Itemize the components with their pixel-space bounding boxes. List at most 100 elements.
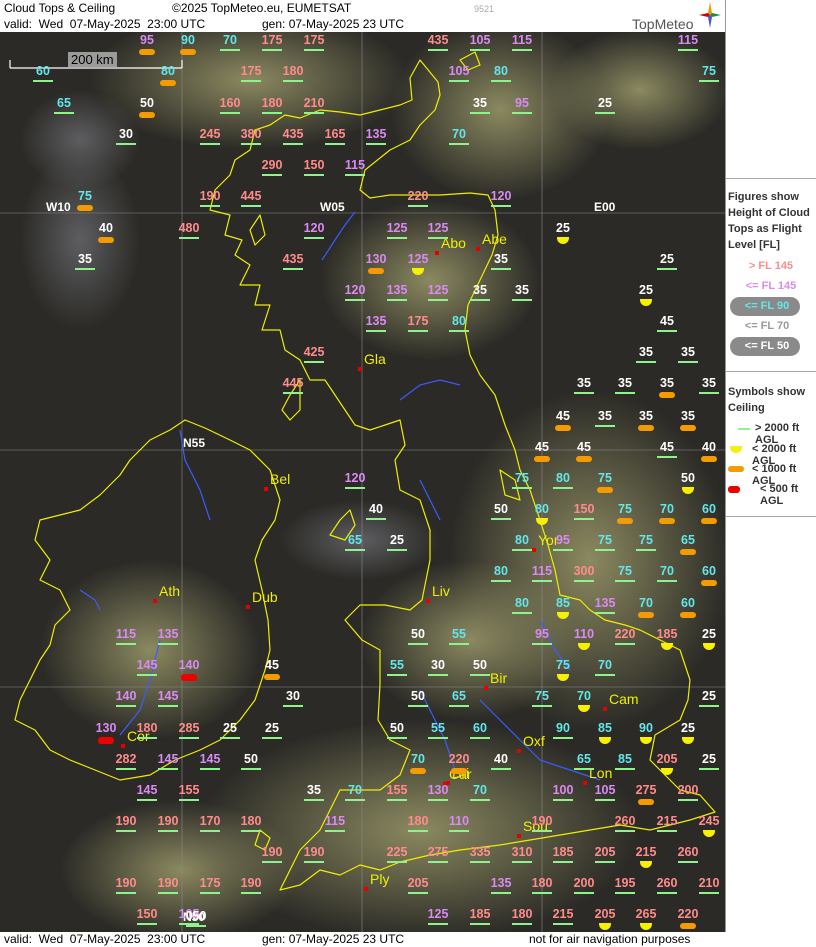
cloud-top-label: 215 <box>552 906 574 921</box>
cloud-top-label: 80 <box>515 595 529 610</box>
ceiling-symbol-lt1000 <box>680 923 696 929</box>
ceiling-symbol-gt2000 <box>615 768 635 770</box>
cloud-top-label: 190 <box>157 813 179 828</box>
ceiling-symbol-gt2000 <box>449 330 469 332</box>
disclaimer: not for air navigation purposes <box>529 932 691 946</box>
legend-figures-title: Figures show Height of Cloud Tops as Fli… <box>728 191 810 251</box>
ceiling-symbol-lt1000 <box>680 549 696 555</box>
ceiling-symbol-lt1000 <box>555 425 571 431</box>
cloud-top-label: 215 <box>635 844 657 859</box>
cloud-top-label: 35 <box>78 251 92 266</box>
ceiling-symbol-gt2000 <box>387 549 407 551</box>
cloud-top-label: 200 <box>677 782 699 797</box>
ceiling-symbol-lt1000 <box>659 518 675 524</box>
ceiling-symbol-gt2000 <box>553 487 573 489</box>
satellite-map[interactable]: W10 W05 E00 N55 N50 200 km Abo Abe Gla Bel A… <box>0 32 725 932</box>
cloud-top-label: 25 <box>702 751 716 766</box>
ceiling-symbol-gt2000 <box>179 237 199 239</box>
city-label: Ath <box>159 583 181 599</box>
cloud-top-label: 180 <box>240 813 262 828</box>
cloud-top-label: 70 <box>411 751 425 766</box>
cloud-top-label: 282 <box>115 751 137 766</box>
cloud-top-label: 50 <box>494 501 508 516</box>
city-dot <box>435 251 439 255</box>
cloud-top-label: 45 <box>265 657 279 672</box>
ceiling-symbol-gt2000 <box>678 361 698 363</box>
ceiling-symbol-gt2000 <box>262 737 282 739</box>
ceiling-symbol-gt2000 <box>283 392 303 394</box>
ceiling-symbol-gt2000 <box>615 892 635 894</box>
ceiling-symbol-gt2000 <box>408 705 428 707</box>
ceiling-symbol-lt1000 <box>139 49 155 55</box>
cloud-top-label: 175 <box>261 32 283 47</box>
ceiling-symbol-gt2000 <box>304 237 324 239</box>
cloud-top-label: 110 <box>573 626 595 641</box>
ceiling-symbol-lt1000 <box>410 768 426 774</box>
cloud-top-label: 210 <box>303 95 325 110</box>
ceiling-symbol-gt2000 <box>200 892 220 894</box>
ceiling-symbol-lt500 <box>181 674 197 681</box>
ceiling-symbol-gt2000 <box>657 268 677 270</box>
cloud-top-label: 60 <box>702 501 716 516</box>
ceiling-symbol-gt2000 <box>116 705 136 707</box>
cloud-top-label: 180 <box>407 813 429 828</box>
ceiling-symbol-gt2000 <box>553 549 573 551</box>
cloud-top-label: 40 <box>702 439 716 454</box>
cloud-top-label: 95 <box>140 32 154 47</box>
ceiling-symbol-gt2000 <box>200 143 220 145</box>
ceiling-symbol-gt2000 <box>241 205 261 207</box>
city-dot <box>426 599 430 603</box>
ceiling-symbol-lt1000 <box>77 205 93 211</box>
cloud-top-label: 190 <box>115 875 137 890</box>
city-dot <box>121 744 125 748</box>
cloud-top-label: 190 <box>531 813 553 828</box>
ceiling-symbol-gt2000 <box>116 143 136 145</box>
cloud-top-label: 25 <box>556 220 570 235</box>
cloud-top-label: 50 <box>411 626 425 641</box>
cloud-top-label: 70 <box>452 126 466 141</box>
ceiling-symbol-gt2000 <box>615 643 635 645</box>
cloud-top-label: 35 <box>515 282 529 297</box>
ceiling-symbol-lt1000 <box>680 425 696 431</box>
grid-label-e00: E00 <box>594 200 616 214</box>
cloud-top-label: 290 <box>261 157 283 172</box>
ceiling-symbol-gt2000 <box>75 268 95 270</box>
cloud-top-label: 95 <box>535 626 549 641</box>
city-dot <box>532 548 536 552</box>
ceiling-symbol-lt1000 <box>638 612 654 618</box>
cloud-top-label: 115 <box>324 813 346 828</box>
ceiling-symbol-gt2000 <box>470 737 490 739</box>
cloud-top-label: 225 <box>386 844 408 859</box>
cloud-top-label: 60 <box>702 563 716 578</box>
cloud-top-label: 45 <box>660 439 674 454</box>
ceiling-symbol-gt2000 <box>512 112 532 114</box>
city-label: Dub <box>252 589 278 605</box>
cloud-top-label: 75 <box>598 532 612 547</box>
cloud-top-label: 80 <box>161 63 175 78</box>
cloud-top-label: 180 <box>511 906 533 921</box>
compass-logo-icon <box>699 2 721 28</box>
cloud-top-label: 245 <box>199 126 221 141</box>
cloud-top-label: 120 <box>490 188 512 203</box>
ceiling-symbol-gt2000 <box>116 768 136 770</box>
ceiling-symbol-gt2000 <box>532 830 552 832</box>
ceiling-symbol-gt2000 <box>470 861 490 863</box>
ceiling-symbol-lt1000 <box>701 580 717 586</box>
city-label: Bel <box>270 471 291 487</box>
cloud-top-label: 205 <box>594 906 616 921</box>
cloud-top-label: 125 <box>427 282 449 297</box>
ceiling-symbol-gt2000 <box>137 737 157 739</box>
cloud-top-label: 220 <box>677 906 699 921</box>
cloud-top-label: 140 <box>178 657 200 672</box>
cloud-top-label: 105 <box>448 63 470 78</box>
ceiling-symbol-gt2000 <box>678 799 698 801</box>
cloud-top-label: 300 <box>573 563 595 578</box>
city-dot <box>603 707 607 711</box>
cloud-top-label: 70 <box>639 595 653 610</box>
ceiling-symbol-gt2000 <box>220 737 240 739</box>
ceiling-symbol-lt1000 <box>576 456 592 462</box>
ceiling-symbol-gt2000 <box>699 80 719 82</box>
legend-fl-le-70: <= FL 70 <box>744 320 790 332</box>
cloud-top-label: 145 <box>157 688 179 703</box>
ceiling-symbol-gt2000 <box>241 892 261 894</box>
